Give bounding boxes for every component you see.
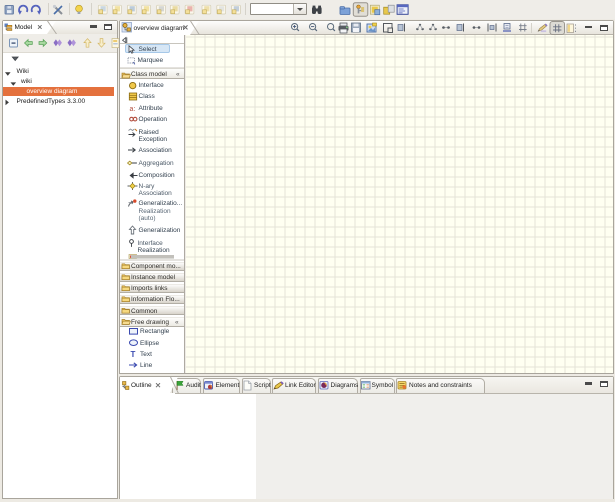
- svg-text:T: T: [131, 350, 136, 359]
- svg-text:a:: a:: [130, 106, 136, 113]
